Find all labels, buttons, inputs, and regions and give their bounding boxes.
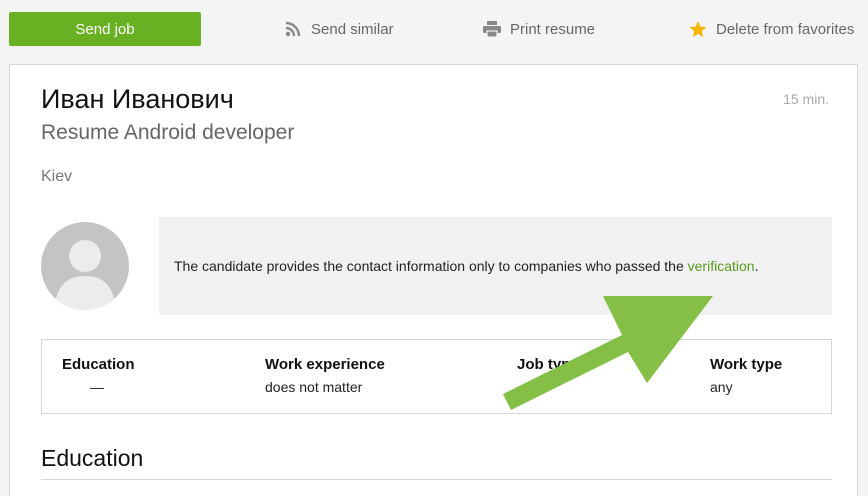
summary-education: Education — [62, 356, 135, 395]
notice-text: The candidate provides the contact infor… [174, 258, 688, 274]
education-section-title: Education [41, 445, 144, 471]
summary-value: does not matter [265, 379, 363, 395]
contact-info-notice: The candidate provides the contact infor… [159, 217, 832, 315]
summary-work-experience: Work experience does not matter [265, 356, 385, 395]
section-divider [41, 479, 832, 480]
resume-card: Иван Иванович 15 min. Resume Android dev… [9, 64, 858, 496]
send-job-button[interactable]: Send job [9, 12, 201, 46]
avatar [41, 222, 129, 310]
summary-header: Education [62, 356, 135, 373]
resume-summary-table: Education — Work experience does not mat… [41, 339, 832, 414]
candidate-city: Kiev [41, 168, 73, 185]
printer-icon [482, 19, 502, 39]
verification-link[interactable]: verification [688, 258, 755, 274]
delete-from-favorites-label: Delete from favorites [716, 20, 855, 38]
summary-value: — [90, 379, 104, 395]
print-resume-label: Print resume [510, 20, 596, 38]
rss-icon [283, 19, 303, 39]
notice-suffix: . [754, 258, 759, 274]
summary-work-type: Work type any [710, 356, 782, 395]
summary-header: Job type [517, 356, 579, 373]
toolbar: Send job Send similar Print resume Delet… [0, 0, 868, 60]
resume-position: Resume Android developer [41, 121, 295, 144]
send-similar-label: Send similar [311, 20, 394, 38]
print-resume-button[interactable]: Print resume [482, 18, 595, 40]
star-icon [688, 19, 708, 39]
summary-header: Work type [710, 356, 783, 373]
candidate-name: Иван Иванович [41, 84, 234, 114]
summary-header: Work experience [265, 356, 385, 373]
summary-value: any [710, 379, 733, 395]
user-silhouette-icon [55, 240, 115, 310]
delete-from-favorites-button[interactable]: Delete from favorites [688, 18, 854, 40]
posted-time: 15 min. [783, 91, 829, 107]
send-similar-button[interactable]: Send similar [283, 18, 394, 40]
summary-job-type: Job type [517, 356, 579, 379]
